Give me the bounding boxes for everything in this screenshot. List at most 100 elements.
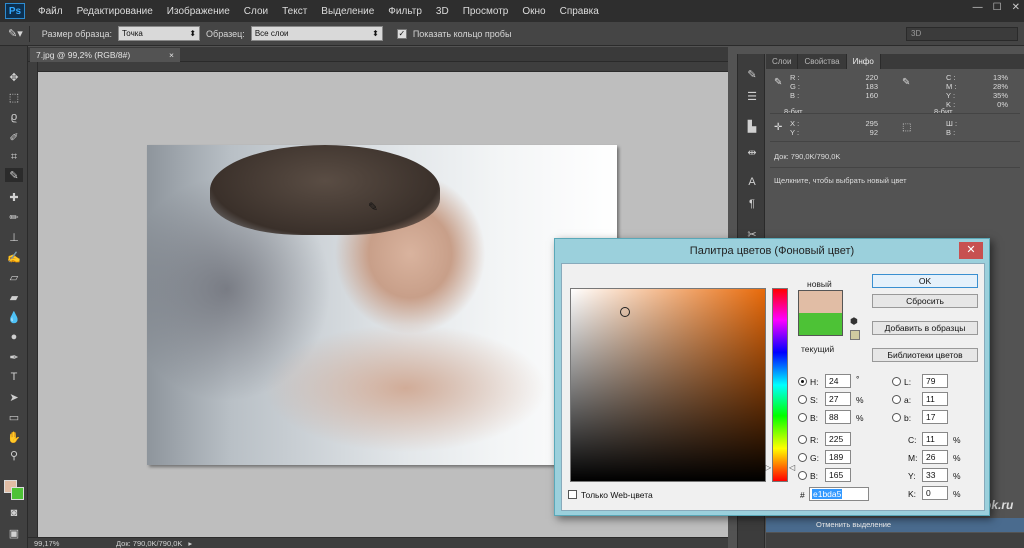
character-panel-icon[interactable]: A xyxy=(744,176,760,190)
color-marker[interactable] xyxy=(620,307,630,317)
menu-file[interactable]: Файл xyxy=(31,6,70,17)
document-tab[interactable]: 7.jpg @ 99,2% (RGB/8#) × xyxy=(30,48,180,62)
close-window-button[interactable]: ✕ xyxy=(1012,2,1020,13)
adjustments-panel-icon[interactable]: ☰ xyxy=(744,90,760,104)
shape-tool-icon[interactable]: ▭ xyxy=(5,410,23,424)
crop-tool-icon[interactable]: ⌗ xyxy=(5,150,23,164)
radio-b[interactable] xyxy=(798,413,807,422)
y-input[interactable]: 33 xyxy=(922,468,948,482)
radio-g[interactable] xyxy=(798,453,807,462)
add-to-swatches-button[interactable]: Добавить в образцы xyxy=(872,321,978,335)
menu-3d[interactable]: 3D xyxy=(429,6,456,17)
move-tool-icon[interactable]: ✥ xyxy=(5,70,23,84)
hand-tool-icon[interactable]: ✋ xyxy=(5,430,23,444)
screen-mode-icon[interactable]: ▣ xyxy=(5,526,23,540)
g-input[interactable]: 189 xyxy=(825,450,851,464)
menu-edit[interactable]: Редактирование xyxy=(70,6,160,17)
workspace-select[interactable]: 3D xyxy=(906,27,1018,41)
radio-lab-b[interactable] xyxy=(892,413,901,422)
r-input[interactable]: 225 xyxy=(825,432,851,446)
info-bits-right: 8-бит xyxy=(934,107,953,116)
eyedropper-tool-icon[interactable]: ✎ xyxy=(5,168,23,182)
m-input[interactable]: 26 xyxy=(922,450,948,464)
sample-size-value: Точка xyxy=(122,29,143,38)
ruler-vertical xyxy=(28,62,38,537)
hex-input[interactable]: e1bda5 xyxy=(809,487,869,501)
ok-button[interactable]: OK xyxy=(872,274,978,288)
healing-tool-icon[interactable]: ✚ xyxy=(5,190,23,204)
a-input[interactable]: 11 xyxy=(922,392,948,406)
quick-select-tool-icon[interactable]: ✐ xyxy=(5,130,23,144)
menu-filter[interactable]: Фильтр xyxy=(381,6,429,17)
menu-help[interactable]: Справка xyxy=(553,6,606,17)
marquee-tool-icon[interactable]: ⬚ xyxy=(5,90,23,104)
menu-image[interactable]: Изображение xyxy=(160,6,237,17)
info-y-coord-value: 92 xyxy=(869,128,878,137)
quick-mask-icon[interactable]: ◙ xyxy=(5,506,23,520)
hue-slider[interactable] xyxy=(772,288,788,482)
navigator-panel-icon[interactable]: ⇹ xyxy=(744,146,760,160)
history-panel-icon[interactable]: ✎ xyxy=(744,68,760,82)
hue-arrow-left-icon[interactable]: ▷ xyxy=(765,463,771,472)
l-input[interactable]: 79 xyxy=(922,374,948,388)
document-tab-bar: 7.jpg @ 99,2% (RGB/8#) × xyxy=(28,47,728,62)
radio-a[interactable] xyxy=(892,395,901,404)
hue-arrow-right-icon[interactable]: ◁ xyxy=(789,463,795,472)
background-color-swatch[interactable] xyxy=(11,487,24,500)
h-input[interactable]: 24 xyxy=(825,374,851,388)
menu-window[interactable]: Окно xyxy=(515,6,552,17)
history-state[interactable]: Отменить выделение xyxy=(766,518,1024,532)
tab-info[interactable]: Инфо xyxy=(846,54,881,69)
sample-size-select[interactable]: Точка ⬍ xyxy=(118,26,201,41)
menu-select[interactable]: Выделение xyxy=(314,6,381,17)
web-colors-only-checkbox[interactable] xyxy=(568,490,577,499)
photoshop-logo: Ps xyxy=(5,3,25,19)
k-input[interactable]: 0 xyxy=(922,486,948,500)
pen-tool-icon[interactable]: ✒ xyxy=(5,350,23,364)
path-select-icon[interactable]: ➤ xyxy=(5,390,23,404)
eraser-tool-icon[interactable]: ▱ xyxy=(5,270,23,284)
blue-input[interactable]: 165 xyxy=(825,468,851,482)
close-tab-icon[interactable]: × xyxy=(169,48,174,62)
blur-tool-icon[interactable]: 💧 xyxy=(5,310,23,324)
minimize-button[interactable]: — xyxy=(973,2,983,13)
stamp-tool-icon[interactable]: ⊥ xyxy=(5,230,23,244)
radio-r[interactable] xyxy=(798,435,807,444)
brush-tool-icon[interactable]: ✏ xyxy=(5,210,23,224)
show-ring-checkbox[interactable]: ✓ xyxy=(396,28,407,39)
saturation-brightness-field[interactable] xyxy=(570,288,766,482)
radio-l[interactable] xyxy=(892,377,901,386)
lasso-tool-icon[interactable]: ϱ xyxy=(5,110,23,124)
sample-select[interactable]: Все слои ⬍ xyxy=(250,26,383,41)
radio-h[interactable] xyxy=(798,377,807,386)
menu-view[interactable]: Просмотр xyxy=(456,6,516,17)
menu-type[interactable]: Текст xyxy=(275,6,314,17)
radio-blue[interactable] xyxy=(798,471,807,480)
out-of-gamut-cube-icon[interactable]: ⬢ xyxy=(850,316,858,327)
radio-s[interactable] xyxy=(798,395,807,404)
gradient-tool-icon[interactable]: ▰ xyxy=(5,290,23,304)
paragraph-panel-icon[interactable]: ¶ xyxy=(744,198,760,212)
zoom-tool-icon[interactable]: ⚲ xyxy=(5,448,23,462)
dodge-tool-icon[interactable]: ● xyxy=(5,330,23,344)
web-safe-swatch[interactable] xyxy=(850,330,860,340)
close-icon[interactable]: ✕ xyxy=(959,242,983,259)
zoom-level[interactable]: 99,17% xyxy=(34,539,86,548)
lab-b-input[interactable]: 17 xyxy=(922,410,948,424)
status-arrow-icon[interactable]: ▸ xyxy=(188,539,192,548)
history-brush-icon[interactable]: ✍ xyxy=(5,250,23,264)
menu-layers[interactable]: Слои xyxy=(237,6,275,17)
clone-source-icon[interactable]: ▙ xyxy=(744,120,760,134)
current-color-swatch[interactable] xyxy=(798,313,843,336)
type-tool-icon[interactable]: T xyxy=(5,370,23,384)
b-input[interactable]: 88 xyxy=(825,410,851,424)
s-input[interactable]: 27 xyxy=(825,392,851,406)
status-bar: 99,17% Док: 790,0K/790,0K ▸ xyxy=(28,537,728,548)
eyedropper-icon[interactable]: ✎▾ xyxy=(8,27,23,40)
color-libraries-button[interactable]: Библиотеки цветов xyxy=(872,348,978,362)
reset-button[interactable]: Сбросить xyxy=(872,294,978,308)
c-input[interactable]: 11 xyxy=(922,432,948,446)
maximize-button[interactable]: ☐ xyxy=(993,2,1002,13)
tab-layers[interactable]: Слои xyxy=(766,54,799,69)
tab-properties[interactable]: Свойства xyxy=(798,54,847,69)
